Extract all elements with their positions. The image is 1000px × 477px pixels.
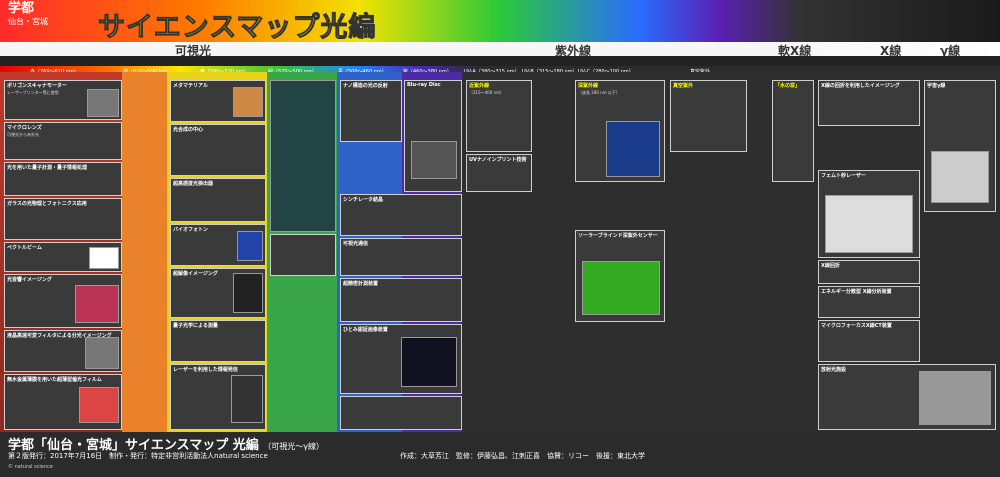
card-quantum-optics[interactable]: 量子光学による測量 [170,320,266,362]
footer-bottom: © natural science [8,464,53,470]
title-suffix: 光編 [320,12,377,44]
card-xray-imaging[interactable]: X線の回折を利用したイメージング [818,80,920,126]
card-synchrotron[interactable]: 放射光施設 [818,364,996,430]
card-micro-ct[interactable]: マイクロフォーカスX線CT装置 [818,320,920,362]
card-title: エネルギー分散型 X線分析装置 [821,289,892,295]
card-title: 深紫外線 [578,83,599,89]
title-main: サイエンスマップ [97,12,321,44]
column-orange [122,72,167,432]
card-title: 超高感度光検出器 [173,181,214,187]
card-photoacoustic[interactable]: 光音響イメージング [4,274,122,328]
card-title: Blu-ray Disc [407,82,441,88]
card-near-uv[interactable]: 近紫外線 （315〜400 nm） [466,80,532,152]
page-title: サイエンスマップ光編 [97,5,377,44]
card-xrd[interactable]: X線回折 [818,260,920,284]
card-title: X線回折 [821,263,840,269]
header-banner: 学都 仙台・宮城 サイエンスマップ光編 [0,0,1000,44]
card-title: 無水金属薄膜を用いた超薄型偏光フィルム [7,377,102,383]
footer-sub: 第２版発行：2017年7月16日 制作・発行：特定非営利活動法人natural … [8,452,268,460]
card-placeholder-green [270,234,336,276]
card-detector[interactable]: 超高感度光検出器 [170,178,266,222]
card-title: 超精密計測装置 [343,281,379,287]
card-image [931,151,989,203]
green-image-column [270,80,336,232]
card-image [237,231,263,261]
card-title: 真空紫外 [673,83,694,89]
card-title: 可視光通信 [343,241,369,247]
card-superresolution[interactable]: 超解像イメージング [170,268,266,318]
card-quantum[interactable]: 光を用いた量子計測・量子情報処理 [4,162,122,196]
card-title: 「水の窓」 [775,83,801,89]
card-image [87,89,119,117]
card-title: 光合成の中心 [173,127,204,133]
card-image [85,337,119,369]
card-title: 光を用いた量子計測・量子情報処理 [7,165,88,171]
card-title: シンチレータ結晶 [343,197,384,203]
card-microlens[interactable]: マイクロレンズ 可視光から赤外光 [4,122,122,160]
card-title: マイクロフォーカスX線CT装置 [821,323,892,329]
card-polarizer[interactable]: 無水金属薄膜を用いた超薄型偏光フィルム [4,374,122,430]
card-uv-nanoimprint[interactable]: UVナノインプリント技術 [466,154,532,192]
card-title: ひとみ認証画像装置 [343,327,388,333]
card-scintillator[interactable]: シンチレータ結晶 [340,194,462,236]
card-gamma[interactable]: 宇宙γ線 [924,80,996,212]
logo-top: 学都 [8,1,35,16]
card-title: ソーラーブラインド深紫外センサー [578,233,658,239]
footer-credits: 作成：大草芳江 監修：伊藤弘昌、江刺正喜 協賛：リコー 後援：東北大学 [400,452,645,460]
card-text: （315〜400 nm） [469,90,504,95]
card-text: （波長 280 nm 以下） [578,90,620,95]
card-image [233,273,263,313]
card-lc-filter[interactable]: 液晶高速可変フィルタによる分光イメージング [4,330,122,372]
card-title: X線の回折を利用したイメージング [821,83,900,89]
card-title: 光音響イメージング [7,277,52,283]
card-metamaterial[interactable]: メタマテリアル [170,80,266,122]
card-image [401,337,457,387]
card-image [75,285,119,323]
card-title: マイクロレンズ [7,125,42,131]
card-precision[interactable]: 超精密計測装置 [340,278,462,322]
card-deep-uv[interactable]: 深紫外線 （波長 280 nm 以下） [575,80,665,182]
card-text: 可視光から赤外光 [7,132,39,137]
card-title: UVナノインプリント技術 [469,157,527,163]
card-title: 量子光学による測量 [173,323,218,329]
card-title: 宇宙γ線 [927,83,946,89]
card-image [233,87,263,117]
card-image [582,261,660,315]
card-solar-blind[interactable]: ソーラーブラインド深紫外センサー [575,230,665,322]
card-image [606,121,660,177]
card-empty [340,396,462,430]
footer-title-note: （可視光〜γ線） [263,442,325,451]
card-image [231,375,263,423]
card-laser-info[interactable]: レーザーを利用した情報発信 [170,364,266,430]
card-biophoton[interactable]: バイオフォトン [170,224,266,266]
card-water-window[interactable]: 「水の窓」 [772,80,814,182]
card-bluray[interactable]: Blu-ray Disc [404,80,462,192]
card-eds[interactable]: エネルギー分散型 X線分析装置 [818,286,920,318]
footer: 学都「仙台・宮城」サイエンスマップ 光編 （可視光〜γ線） 第２版発行：2017… [0,432,1000,477]
card-nano-reflect[interactable]: ナノ構造の光の反射 [340,80,402,142]
card-polygon-scanner[interactable]: ポリゴンスキャナモーター レーザープリンター等に使用 [4,80,122,120]
card-iris[interactable]: ひとみ認証画像装置 [340,324,462,394]
logo-sub: 仙台・宮城 [8,17,48,26]
card-title: レーザーを利用した情報発信 [173,367,238,373]
card-title: 近紫外線 [469,83,490,89]
card-title: ナノ構造の光の反射 [343,83,388,89]
card-image [919,371,991,425]
card-title: フェムト秒レーザー [821,173,866,179]
logo: 学都 仙台・宮城 [8,2,48,28]
band-ribbon [0,42,1000,56]
card-vlc[interactable]: 可視光通信 [340,238,462,276]
card-beam[interactable]: ペクトルビーム [4,242,122,272]
card-image [89,247,119,269]
card-glass-photonics[interactable]: ガラスの光物理とフォトニクス応用 [4,198,122,240]
card-image [411,141,457,179]
card-femtosecond[interactable]: フェムト秒レーザー [818,170,920,258]
card-title: ガラスの光物理とフォトニクス応用 [7,201,87,207]
card-photosynthesis[interactable]: 光合成の中心 [170,124,266,176]
card-image [825,195,913,253]
card-image [79,387,119,423]
scale-bar [0,56,1000,66]
card-vacuum-uv[interactable]: 真空紫外 [670,80,747,152]
